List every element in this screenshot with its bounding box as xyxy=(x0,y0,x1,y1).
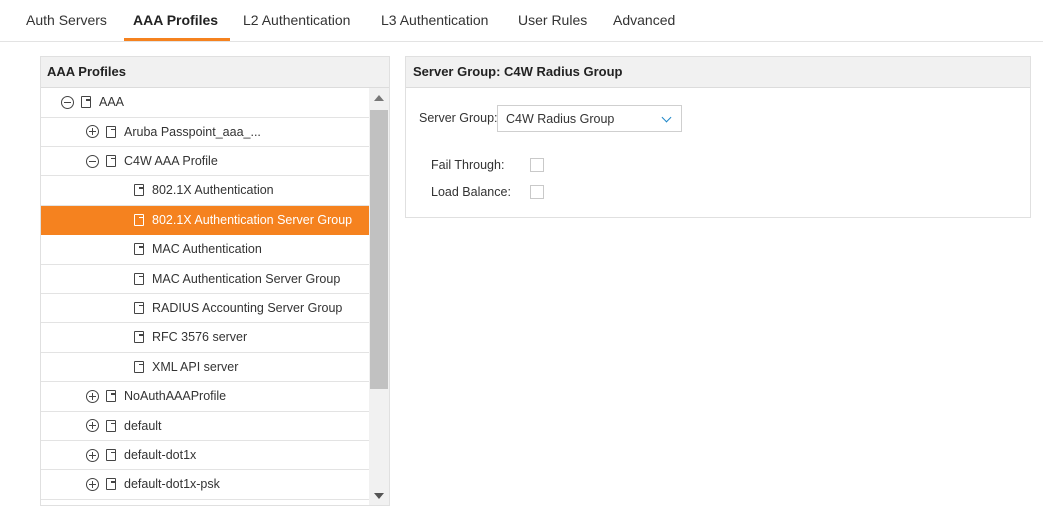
load-balance-label: Load Balance: xyxy=(431,185,511,199)
tree-row-label: 802.1X Authentication Server Group xyxy=(152,212,353,227)
tree-row[interactable]: MAC Authentication xyxy=(41,235,369,265)
server-group-select[interactable]: C4W Radius Group xyxy=(497,105,682,132)
tree-row-label: default-dot1x xyxy=(124,448,197,463)
tree-row[interactable]: RADIUS Accounting Server Group xyxy=(41,294,369,324)
tab-label: Advanced xyxy=(613,12,676,28)
tree-row[interactable]: RFC 3576 server xyxy=(41,323,369,353)
scroll-thumb[interactable] xyxy=(370,110,388,389)
tree-row-label: NoAuthAAAProfile xyxy=(124,389,227,404)
load-balance-checkbox[interactable] xyxy=(530,185,544,199)
profile-doc-icon xyxy=(106,155,116,168)
tree-row-label: MAC Authentication xyxy=(152,242,262,257)
profile-doc-icon xyxy=(134,243,144,256)
tree-row-label: RADIUS Accounting Server Group xyxy=(152,301,343,316)
profile-doc-icon xyxy=(81,96,91,109)
tab-label: L3 Authentication xyxy=(381,12,489,28)
profile-doc-icon xyxy=(106,419,116,432)
tree-row[interactable]: AAA xyxy=(41,88,369,118)
panel-title: AAA Profiles xyxy=(41,57,389,88)
fail-through-label: Fail Through: xyxy=(431,158,505,172)
tab-advanced[interactable]: Advanced xyxy=(613,0,675,41)
panel-title: Server Group: C4W Radius Group xyxy=(406,57,1030,88)
server-group-panel: Server Group: C4W Radius Group Server Gr… xyxy=(405,56,1031,218)
tree-row-label: AAA xyxy=(99,95,125,110)
expand-plus-icon[interactable] xyxy=(86,448,99,462)
tree-row[interactable]: XML API server xyxy=(41,353,369,383)
tab-label: User Rules xyxy=(518,12,588,28)
profile-doc-icon xyxy=(106,449,116,462)
profile-doc-icon xyxy=(134,302,144,315)
tab-aaa-profiles[interactable]: AAA Profiles xyxy=(124,0,231,41)
tab-auth-servers[interactable]: Auth Servers xyxy=(26,0,107,41)
expand-plus-icon[interactable] xyxy=(86,419,99,433)
tab-label: AAA Profiles xyxy=(133,12,219,28)
profile-doc-icon xyxy=(134,272,144,285)
server-group-label: Server Group: xyxy=(419,111,498,125)
expand-plus-icon[interactable] xyxy=(86,125,99,139)
profile-doc-icon xyxy=(134,331,144,344)
tree-row[interactable]: default-dot1x-psk xyxy=(41,470,369,500)
collapse-minus-icon[interactable] xyxy=(61,95,74,109)
tab-l2-authentication[interactable]: L2 Authentication xyxy=(243,0,350,41)
tree-row[interactable]: C4W AAA Profile xyxy=(41,147,369,177)
active-tab-underline xyxy=(124,38,231,41)
server-group-value: C4W Radius Group xyxy=(506,112,615,126)
tab-label: L2 Authentication xyxy=(243,12,351,28)
profile-doc-icon xyxy=(134,213,144,226)
fail-through-checkbox[interactable] xyxy=(530,158,544,172)
profile-doc-icon xyxy=(106,478,116,491)
profile-doc-icon xyxy=(106,125,116,138)
collapse-minus-icon[interactable] xyxy=(86,154,99,168)
tree-row-label: XML API server xyxy=(152,359,239,374)
tree-row-label: default-dot1x-psk xyxy=(124,477,220,492)
tree-row[interactable]: NoAuthAAAProfile xyxy=(41,382,369,412)
expand-plus-icon[interactable] xyxy=(86,389,99,403)
tab-user-rules[interactable]: User Rules xyxy=(518,0,587,41)
tab-l3-authentication[interactable]: L3 Authentication xyxy=(381,0,488,41)
tree-row[interactable]: default xyxy=(41,411,369,441)
tree-row-label: MAC Authentication Server Group xyxy=(152,271,341,286)
tree-row-label: Aruba Passpoint_aaa_... xyxy=(124,124,261,139)
tree-row[interactable]: MAC Authentication Server Group xyxy=(41,264,369,294)
scroll-down-arrow-icon[interactable] xyxy=(374,493,384,499)
tree-row[interactable]: default-dot1x xyxy=(41,441,369,471)
tree-row[interactable]: Aruba Passpoint_aaa_... xyxy=(41,117,369,147)
top-tab-bar: Auth Servers AAA Profiles L2 Authenticat… xyxy=(0,0,1043,42)
aaa-profiles-panel: AAA Profiles AAA Aruba Passpoint_aaa_... C… xyxy=(40,56,390,506)
chevron-down-icon xyxy=(661,112,672,123)
profile-doc-icon xyxy=(106,390,116,403)
tree-row-label: 802.1X Authentication xyxy=(152,183,274,198)
tree-row[interactable]: 802.1X Authentication Server Group xyxy=(41,205,369,236)
tree-row-label: C4W AAA Profile xyxy=(124,154,218,169)
tree-row-label: default xyxy=(124,418,162,433)
tree-row-label: RFC 3576 server xyxy=(152,330,248,345)
profile-tree: AAA Aruba Passpoint_aaa_... C4W AAA Profil… xyxy=(41,88,369,505)
tab-label: Auth Servers xyxy=(26,12,107,28)
tree-row[interactable]: 802.1X Authentication xyxy=(41,176,369,206)
tree-scrollbar[interactable] xyxy=(369,88,389,505)
scroll-up-arrow-icon[interactable] xyxy=(374,95,384,101)
profile-doc-icon xyxy=(134,184,144,197)
profile-doc-icon xyxy=(134,360,144,373)
expand-plus-icon[interactable] xyxy=(86,477,99,491)
